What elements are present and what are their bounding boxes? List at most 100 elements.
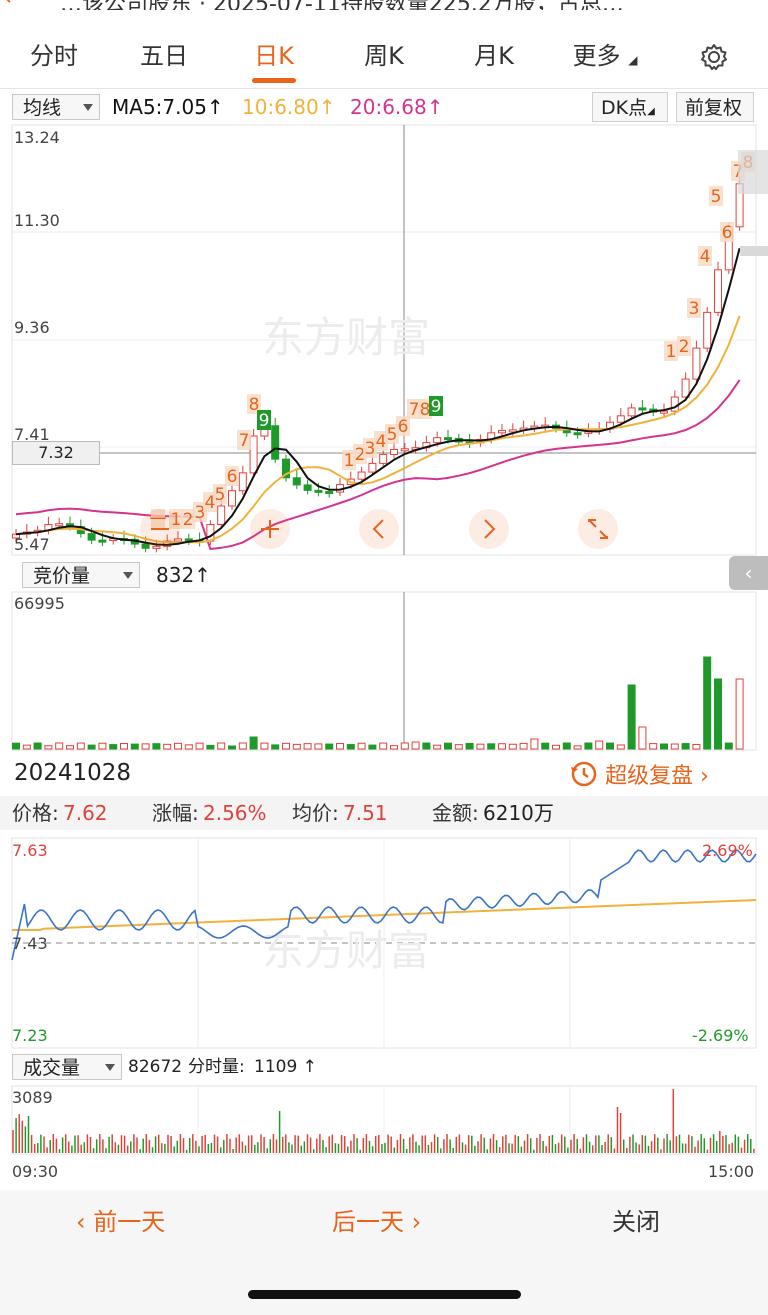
volume-bar xyxy=(573,745,582,750)
volume-bar xyxy=(433,744,442,750)
volume-bar xyxy=(238,742,247,750)
volume-bar xyxy=(260,742,269,750)
amount-value: 6210万 xyxy=(483,801,554,825)
candle-sequence-label: 6 xyxy=(722,223,733,243)
ma5-value: MA5:7.05↑ xyxy=(112,95,224,119)
volume-indicator-select[interactable]: 竞价量 xyxy=(22,562,140,588)
candle-body xyxy=(627,407,636,417)
volume-bar xyxy=(530,738,539,750)
collapse-panel-button[interactable]: ‹ xyxy=(729,556,768,590)
volume-bar xyxy=(282,742,290,750)
super-replay-button[interactable]: 超级复盘 › xyxy=(568,758,709,790)
intraday-volume-select[interactable]: 成交量 xyxy=(12,1054,122,1080)
kline-chart[interactable]: 东方财富 一12345678912345678912345678 xyxy=(0,124,768,560)
volume-bar xyxy=(174,742,182,750)
volume-chart xyxy=(11,591,757,751)
volume-bar xyxy=(400,742,409,750)
volume-bar xyxy=(152,743,161,750)
volume-bar xyxy=(627,684,636,750)
volume-bar xyxy=(595,740,604,750)
period-tabs: 分时 五日 日K 周K 月K 更多 ◢ xyxy=(0,28,768,84)
volume-bar xyxy=(141,743,150,750)
candle-body xyxy=(228,490,236,507)
tab-daily-k[interactable]: 日K xyxy=(242,28,306,84)
volume-bar xyxy=(649,743,658,750)
next-day-button[interactable]: 后一天 › xyxy=(332,1202,421,1237)
close-button[interactable]: 关闭 xyxy=(612,1202,660,1237)
tab-monthly-k[interactable]: 月K xyxy=(462,28,526,84)
volume-bar xyxy=(249,736,258,750)
home-indicator xyxy=(248,1290,521,1299)
volume-bar xyxy=(735,678,744,750)
candle-sequence-label: 2 xyxy=(183,510,194,530)
candle-body xyxy=(98,539,107,543)
volume-bar xyxy=(444,742,452,750)
volume-bar xyxy=(681,743,690,750)
candle-body xyxy=(498,429,506,434)
tab-more[interactable]: 更多 ◢ xyxy=(570,28,640,84)
back-icon[interactable]: ← xyxy=(4,0,22,10)
candle-sequence-label: 9 xyxy=(431,397,442,417)
intraday-total-volume: 82672 xyxy=(128,1057,183,1077)
kline-axis-top: 13.24 xyxy=(14,128,60,147)
volume-bar xyxy=(498,743,506,750)
intraday-axis-bottom-pct: -2.69% xyxy=(692,1026,749,1045)
volume-bar xyxy=(703,656,712,750)
candle-body xyxy=(238,472,247,492)
adjust-button[interactable]: 前复权 xyxy=(676,92,754,122)
volume-axis-top: 66995 xyxy=(14,594,65,613)
zoom-in-button[interactable] xyxy=(250,509,290,549)
cursor-price-tag: 7.32 xyxy=(12,441,100,465)
intraday-chart[interactable]: 东方财富 xyxy=(0,836,768,1050)
volume-bar xyxy=(692,743,701,750)
volume-bar xyxy=(271,744,280,750)
minute-volume-value: 1109 ↑ xyxy=(254,1057,317,1077)
kline-toolbar: 均线 MA5:7.05↑ 10:6.80↑ 20:6.68↑ DK点◢ 前复权 xyxy=(0,90,768,124)
volume-bar xyxy=(87,744,96,750)
intraday-axis-bottom: 7.23 xyxy=(12,1026,48,1045)
intraday-volume-chart xyxy=(11,1085,757,1155)
volume-bar xyxy=(584,742,593,750)
previous-day-button[interactable]: ‹ 前一天 xyxy=(76,1202,165,1237)
volume-bar xyxy=(562,742,571,750)
candle-sequence-label: 7 xyxy=(409,400,420,420)
volume-bar xyxy=(217,742,226,750)
volume-bar xyxy=(670,743,679,750)
volume-bar xyxy=(303,743,312,750)
candle-body xyxy=(217,505,226,526)
candle-body xyxy=(379,453,388,464)
volume-bars xyxy=(12,656,744,750)
volume-bar xyxy=(519,742,528,750)
indicator-select-value: 均线 xyxy=(23,97,62,119)
minus-button[interactable] xyxy=(140,509,180,549)
candle-sequence-label: 4 xyxy=(376,432,387,452)
fullscreen-bg xyxy=(578,509,618,549)
gear-icon xyxy=(701,44,727,70)
scroll-right-button[interactable] xyxy=(469,509,509,549)
change-label: 涨幅: xyxy=(152,801,199,825)
tab-weekly-k[interactable]: 周K xyxy=(352,28,416,84)
indicator-select[interactable]: 均线 xyxy=(12,94,100,120)
volume-bar xyxy=(195,742,204,750)
super-replay-label: 超级复盘 › xyxy=(605,764,709,789)
tab-five-day[interactable]: 五日 xyxy=(132,28,196,84)
candle-body xyxy=(638,407,647,411)
volume-frame xyxy=(11,591,757,751)
watermark-logo: 东方财富 xyxy=(262,313,430,362)
candle-body xyxy=(670,396,679,412)
fullscreen-button[interactable] xyxy=(578,509,618,549)
time-start: 09:30 xyxy=(12,1162,59,1181)
ma10-value: 10:6.80↑ xyxy=(242,95,336,119)
triangle-down-icon: ◢ xyxy=(628,53,638,67)
tab-more-label: 更多 xyxy=(572,42,621,70)
tab-intraday[interactable]: 分时 xyxy=(22,28,86,84)
volume-bar xyxy=(292,743,301,750)
candle-sequence-label: 3 xyxy=(689,299,700,319)
volume-bar xyxy=(44,745,53,750)
settings-button[interactable] xyxy=(690,28,738,84)
dk-point-button[interactable]: DK点◢ xyxy=(592,92,668,122)
scroll-left-button[interactable] xyxy=(359,509,399,549)
price-value: 7.62 xyxy=(63,801,108,825)
quote-row: 价格: 7.62 涨幅: 2.56% 均价: 7.51 金额: 6210万 xyxy=(0,796,768,830)
volume-bar xyxy=(66,745,74,750)
